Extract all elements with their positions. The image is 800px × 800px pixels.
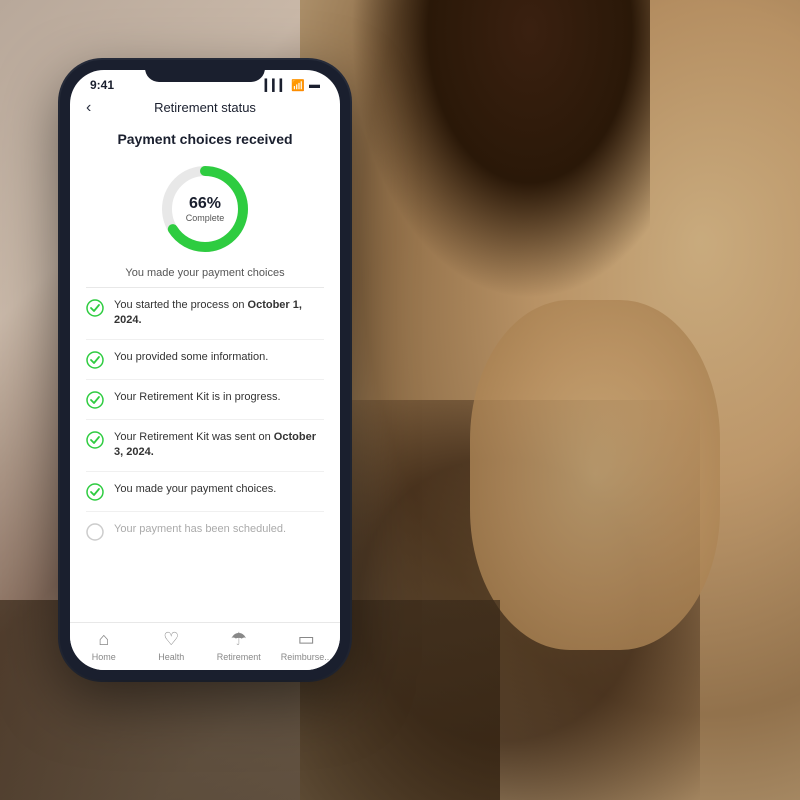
timeline-item: Your Retirement Kit is in progress.: [86, 380, 324, 420]
nav-item-health[interactable]: ♡ Health: [138, 629, 206, 662]
check-icon-5: [86, 483, 104, 501]
timeline-list: You started the process on October 1, 20…: [70, 288, 340, 551]
check-icon-2: [86, 351, 104, 369]
nav-item-home[interactable]: ⌂ Home: [70, 629, 138, 662]
timeline-text-5: You made your payment choices.: [114, 482, 276, 497]
retirement-icon: ☂: [231, 629, 247, 650]
chart-subtitle: You made your payment choices: [125, 267, 284, 279]
nav-bar: ‹ Retirement status: [70, 96, 340, 123]
donut-label: 66% Complete: [186, 195, 225, 223]
person-hand-decoration: [470, 300, 720, 650]
donut-complete-label: Complete: [186, 213, 225, 223]
chart-container: 66% Complete You made your payment choic…: [70, 159, 340, 287]
reimburse-icon: ▭: [298, 629, 315, 650]
status-time: 9:41: [90, 78, 114, 92]
timeline-text-2: You provided some information.: [114, 350, 268, 365]
timeline-text-6: Your payment has been scheduled.: [114, 522, 286, 537]
battery-icon: ▬: [309, 79, 320, 91]
person-hair-decoration: [350, 0, 650, 300]
timeline-item: Your payment has been scheduled.: [86, 512, 324, 551]
section-title: Payment choices received: [70, 123, 340, 159]
phone-screen: 9:41 ▎▎▎ 📶 ▬ ‹ Retirement status Payment…: [70, 70, 340, 670]
timeline-item: You made your payment choices.: [86, 472, 324, 512]
page-title: Retirement status: [154, 100, 256, 115]
timeline-item: You provided some information.: [86, 340, 324, 380]
health-icon: ♡: [163, 629, 179, 650]
nav-label-home: Home: [92, 652, 116, 662]
donut-percent: 66%: [186, 195, 225, 213]
nav-label-retirement: Retirement: [217, 652, 261, 662]
timeline-item: Your Retirement Kit was sent on October …: [86, 420, 324, 472]
nav-label-health: Health: [158, 652, 184, 662]
check-icon-1: [86, 299, 104, 317]
timeline-item: You started the process on October 1, 20…: [86, 288, 324, 340]
phone-device: 9:41 ▎▎▎ 📶 ▬ ‹ Retirement status Payment…: [60, 60, 350, 680]
nav-item-retirement[interactable]: ☂ Retirement: [205, 629, 273, 662]
signal-icon: ▎▎▎: [265, 79, 287, 92]
nav-label-reimburse: Reimburse...: [281, 652, 332, 662]
timeline-text-3: Your Retirement Kit is in progress.: [114, 390, 281, 405]
check-icon-6: [86, 523, 104, 541]
bottom-nav: ⌂ Home ♡ Health ☂ Retirement ▭ Reimburse…: [70, 622, 340, 670]
check-icon-3: [86, 391, 104, 409]
timeline-text-4: Your Retirement Kit was sent on October …: [114, 430, 324, 461]
back-button[interactable]: ‹: [86, 99, 91, 117]
timeline-text-1: You started the process on October 1, 20…: [114, 298, 324, 329]
check-icon-4: [86, 431, 104, 449]
phone-notch: [145, 60, 265, 82]
donut-chart: 66% Complete: [155, 159, 255, 259]
home-icon: ⌂: [98, 629, 109, 650]
screen-content[interactable]: Payment choices received 66% Complete: [70, 123, 340, 622]
wifi-icon: 📶: [291, 79, 305, 92]
status-icons: ▎▎▎ 📶 ▬: [265, 79, 320, 92]
nav-item-reimburse[interactable]: ▭ Reimburse...: [273, 629, 341, 662]
